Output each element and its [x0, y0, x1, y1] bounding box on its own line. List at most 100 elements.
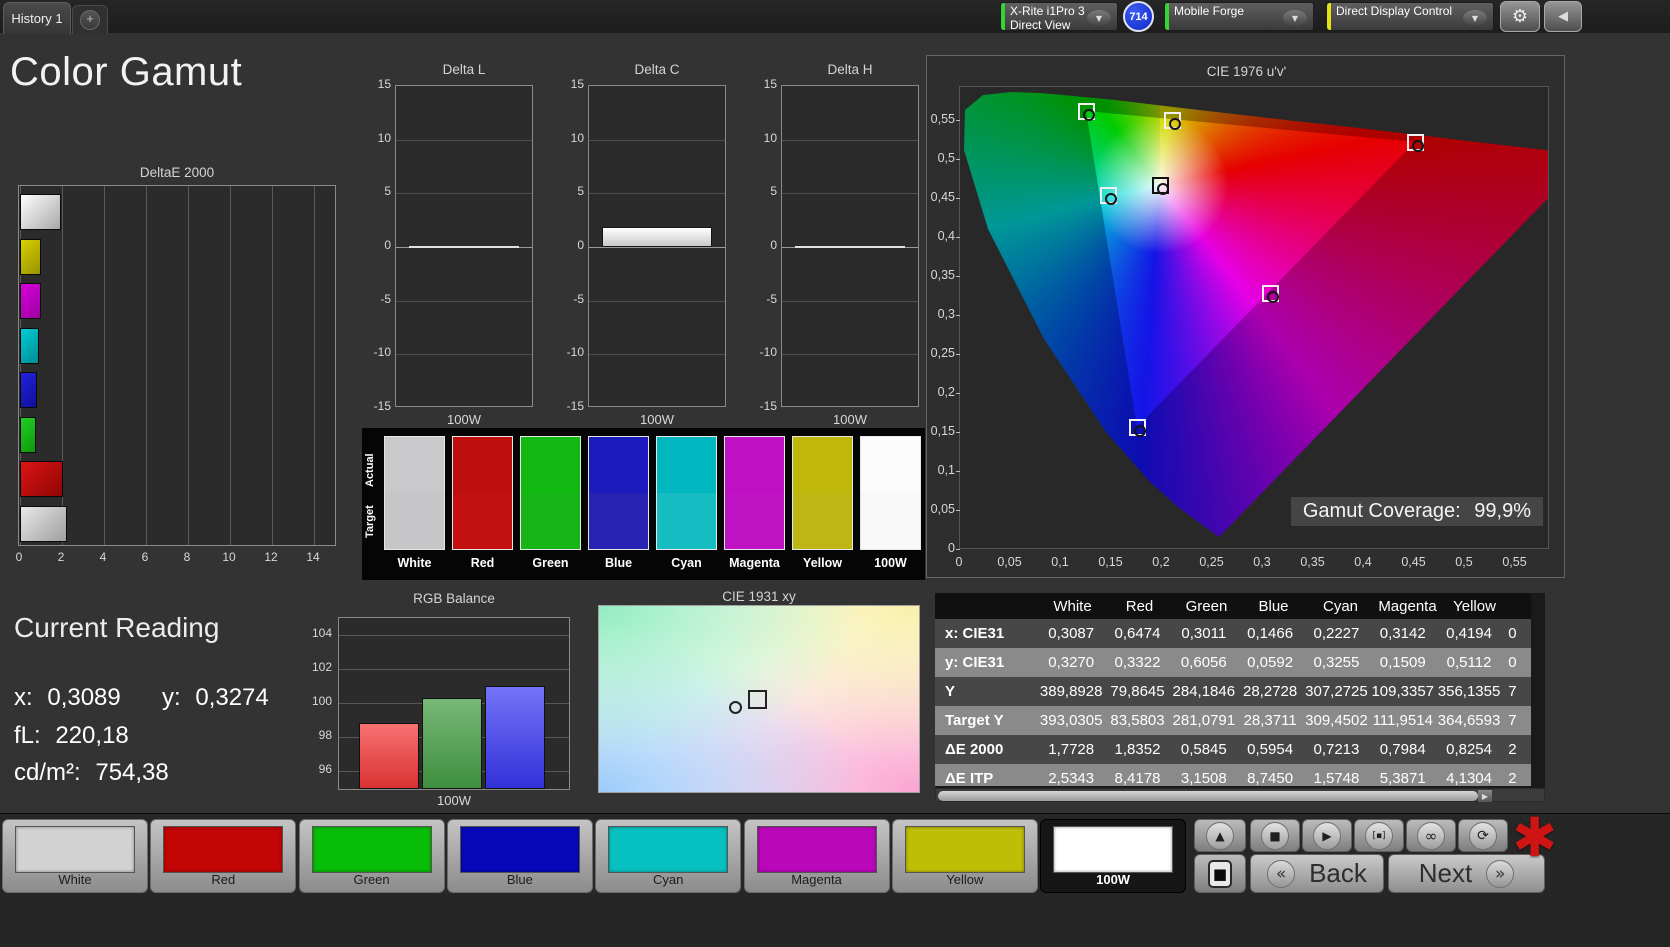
patch-button-white[interactable]: White: [2, 819, 148, 893]
table-cell: 0,3087: [1048, 625, 1095, 642]
delta-x-label: 100W: [447, 412, 481, 427]
table-cell: 0,0592: [1247, 654, 1294, 671]
delta-y-tick: -10: [759, 345, 777, 360]
table-horizontal-scrollbar[interactable]: ▶: [935, 788, 1545, 802]
chevron-down-icon: ▼: [1283, 10, 1307, 26]
pattern-window-button[interactable]: ■: [1194, 854, 1246, 893]
deltae-gridline: [188, 186, 189, 545]
deltae-bar-cyan: [20, 327, 40, 364]
deltae-gridline: [272, 186, 273, 545]
patch-button-blue[interactable]: Blue: [446, 819, 593, 893]
patch-button-green[interactable]: Green: [298, 819, 445, 893]
workflow-selector[interactable]: Direct Display Control ▼: [1326, 2, 1494, 31]
table-cell: 1,7728: [1048, 741, 1095, 758]
gamut-measured-circle-magenta: [1267, 290, 1280, 303]
add-tab-button[interactable]: +: [72, 5, 108, 34]
level-up-button[interactable]: ▲: [1194, 819, 1246, 852]
deltae-gridline: [314, 186, 315, 545]
table-row: ΔE ITP 2,5343 8,4178 3,1508 8,7450 1,5748 5,38…: [935, 764, 1531, 786]
play-icon: ▶: [1313, 821, 1341, 850]
settings-button[interactable]: ⚙: [1500, 1, 1540, 32]
table-cell-clipped: 7: [1508, 683, 1517, 700]
table-cell: 0,6474: [1114, 625, 1161, 642]
delta-chart-title: Delta L: [442, 62, 486, 77]
delta-y-tick: 0: [384, 238, 391, 252]
cie-x-tick: 0,35: [1300, 555, 1325, 569]
transport-play-button[interactable]: ▶: [1302, 819, 1352, 852]
source-selector[interactable]: Mobile Forge ▼: [1164, 2, 1314, 31]
strip-swatch-actual: [385, 437, 444, 493]
deltae-gridline: [146, 186, 147, 545]
deltae-bar-yellow: [20, 238, 42, 275]
table-cell: 79,8645: [1110, 683, 1165, 700]
strip-swatch-magenta: [724, 436, 785, 550]
patch-button-red[interactable]: Red: [150, 819, 297, 893]
reading-fl: fL: 220,18: [14, 722, 129, 750]
table-header-cell: Blue: [1258, 597, 1289, 615]
table-cell: 0,3142: [1379, 625, 1426, 642]
cie-x-tick: 0,2: [1152, 555, 1170, 569]
delta-y-tick: 10: [570, 130, 584, 145]
delta-x-label: 100W: [640, 412, 674, 427]
stop-square-icon: ■: [1212, 864, 1228, 883]
strip-row-label-actual: Actual: [364, 453, 376, 487]
delta-chart-l: [395, 85, 533, 407]
transport-refresh-button[interactable]: ⟳: [1458, 819, 1508, 852]
table-cell: 0,3322: [1114, 654, 1161, 671]
patch-button-magenta[interactable]: Magenta: [743, 819, 890, 893]
table-cell-clipped: 0: [1508, 625, 1517, 642]
transport-step-button[interactable]: [▪]: [1354, 819, 1404, 852]
strip-label: Green: [532, 556, 569, 570]
deltae-title: DeltaE 2000: [139, 165, 215, 180]
chevron-down-icon: ▼: [1463, 10, 1487, 26]
meter-count-badge[interactable]: 714: [1123, 1, 1154, 32]
cie-y-tickmark: [956, 198, 960, 199]
rgb-y-tick: 104: [311, 626, 332, 640]
delta-gridline: [396, 300, 532, 302]
delta-gridline: [782, 300, 918, 302]
delta-y-tick: 10: [377, 130, 391, 145]
delta-y-tick: 0: [577, 238, 584, 252]
table-cell-clipped: 2: [1508, 770, 1517, 786]
cie1931-plot: [598, 605, 920, 793]
deltae-x-tick: 6: [141, 550, 149, 564]
collapse-panel-button[interactable]: ◀: [1544, 1, 1582, 32]
reading-y: y: 0,3274: [162, 684, 269, 712]
delta-x-label: 100W: [833, 412, 867, 427]
strip-swatch-actual: [657, 437, 716, 493]
strip-swatch-white: [384, 436, 445, 550]
back-button[interactable]: « Back: [1250, 854, 1384, 893]
transport-loop-button[interactable]: ∞: [1406, 819, 1456, 852]
delta-gridline: [782, 193, 918, 195]
patch-button-yellow[interactable]: Yellow: [891, 819, 1038, 893]
patch-label: Blue: [506, 872, 533, 887]
deltae-x-tick: 12: [264, 550, 278, 564]
rgb-y-tick: 100: [311, 694, 332, 708]
tab-history-1[interactable]: History 1: [3, 2, 71, 34]
table-cell: 0,5112: [1446, 654, 1492, 671]
deltae-x-tick: 10: [222, 550, 236, 564]
table-cell: 0,7213: [1313, 741, 1360, 758]
deltae-x-tick: 4: [99, 550, 107, 564]
rgb-gridline: [339, 669, 569, 670]
h-scroll-thumb[interactable]: [938, 791, 1478, 801]
back-chevron-icon: «: [1267, 859, 1296, 888]
patch-button-cyan[interactable]: Cyan: [595, 819, 742, 893]
meter-selector[interactable]: X-Rite i1Pro 3 Direct View ▼: [1000, 2, 1118, 32]
delta-gridline: [782, 139, 918, 141]
delta-gridline: [589, 193, 725, 195]
table-header-row: White Red Green Blue Cyan Magenta Yellow: [935, 593, 1531, 619]
transport-stop-button[interactable]: ■: [1250, 819, 1300, 852]
table-row-label: y: CIE31: [945, 654, 1005, 671]
delta-gridline: [589, 354, 725, 356]
delta-y-tick: -10: [566, 345, 584, 360]
results-table: White Red Green Blue Cyan Magenta Yellow x: CIE…: [935, 593, 1545, 802]
table-cell: 0,2227: [1313, 625, 1360, 642]
table-cell: 0,7984: [1379, 741, 1426, 758]
strip-swatch-blue: [588, 436, 649, 550]
scroll-right-icon[interactable]: ▶: [1478, 790, 1492, 802]
table-cell: 0,1466: [1247, 625, 1294, 642]
deltae-x-tick: 0: [15, 550, 23, 564]
patch-button-100w[interactable]: 100W: [1040, 819, 1187, 893]
cie-y-tickmark: [956, 315, 960, 316]
